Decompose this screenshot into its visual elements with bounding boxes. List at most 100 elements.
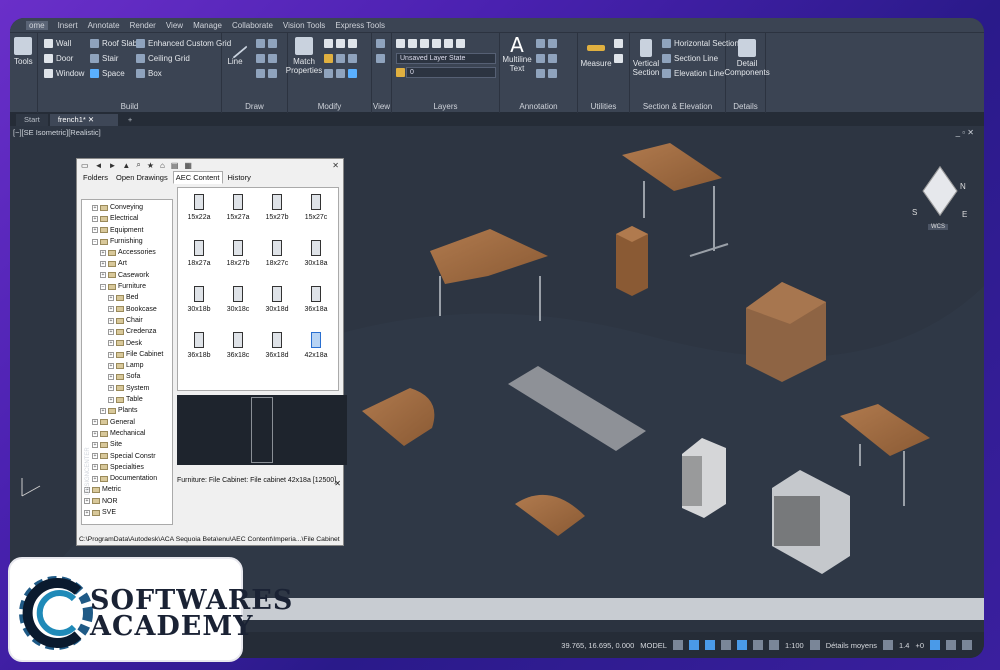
tree-node[interactable]: − Furnishing (82, 236, 172, 247)
collapse-icon[interactable]: − (100, 283, 106, 290)
menu-express-tools[interactable]: Express Tools (335, 21, 385, 30)
rect-button[interactable] (256, 54, 277, 63)
osnap-toggle-icon[interactable] (736, 640, 747, 650)
multiline-text-button[interactable]: A Multiline Text (502, 35, 532, 73)
ceiling-grid-button[interactable]: Ceiling Grid (136, 54, 190, 63)
customize-icon[interactable] (962, 640, 972, 650)
menu-manage[interactable]: Manage (193, 21, 222, 30)
tree-node[interactable]: + Electrical (82, 213, 172, 224)
expand-icon[interactable]: + (92, 441, 98, 448)
ortho-toggle-icon[interactable] (704, 640, 715, 650)
tree-node[interactable]: + Site (82, 439, 172, 450)
expand-icon[interactable]: + (92, 464, 98, 471)
model-space-toggle[interactable]: MODEL (640, 641, 667, 650)
window-button[interactable]: Window (44, 69, 84, 78)
coordinates-readout[interactable]: 39.765, 16.695, 0.000 (561, 641, 634, 650)
tree-node[interactable]: + Lamp (82, 360, 172, 371)
section-elevation-panel-title[interactable]: Section & Elevation (630, 102, 725, 111)
stair-button[interactable]: Stair (90, 54, 118, 63)
tab-aec-content[interactable]: AEC Content (172, 171, 223, 184)
utilities-panel-title[interactable]: Utilities (578, 102, 629, 111)
tree-node[interactable]: + Art (82, 258, 172, 269)
content-item[interactable]: 18x27c (258, 240, 296, 267)
layer-state-combo[interactable]: Unsaved Layer State (396, 53, 496, 64)
content-item[interactable]: 15x22a (180, 194, 218, 221)
tree-node[interactable]: + Plants (82, 405, 172, 416)
expand-icon[interactable]: + (84, 509, 90, 516)
utility-button-1[interactable] (614, 39, 623, 48)
expand-icon[interactable]: + (92, 430, 98, 437)
content-item[interactable]: 15x27c (297, 194, 335, 221)
content-item[interactable]: 18x27b (219, 240, 257, 267)
gear-icon[interactable] (809, 640, 820, 650)
tree-node[interactable]: + Credenza (82, 326, 172, 337)
expand-icon[interactable]: + (92, 419, 98, 426)
wcs-menu[interactable]: WCS (928, 224, 948, 230)
viewcube-box[interactable] (922, 166, 958, 216)
modify-panel-title[interactable]: Modify (288, 102, 371, 111)
build-panel-title[interactable]: Build (38, 102, 221, 111)
menu-collaborate[interactable]: Collaborate (232, 21, 273, 30)
content-item[interactable]: 15x27b (258, 194, 296, 221)
grid-toggle-icon[interactable] (672, 640, 683, 650)
expand-icon[interactable]: + (84, 498, 90, 505)
layers-panel-title[interactable]: Layers (392, 102, 499, 111)
detail-level-selector[interactable]: Détails moyens (826, 641, 877, 650)
menu-render[interactable]: Render (130, 21, 156, 30)
favorites-icon[interactable]: ★ (147, 161, 154, 170)
tools-button[interactable]: Tools (14, 37, 33, 66)
utility-button-2[interactable] (614, 54, 623, 63)
tab-folders[interactable]: Folders (80, 171, 111, 184)
content-item[interactable]: 42x18a (297, 332, 335, 359)
elevation-offset-value[interactable]: +0 (915, 641, 924, 650)
compass-s[interactable]: S (912, 208, 917, 217)
tree-node[interactable]: + Equipment (82, 225, 172, 236)
forward-icon[interactable]: ► (108, 161, 116, 170)
view-panel-title[interactable]: View (372, 102, 391, 111)
polar-toggle-icon[interactable] (720, 640, 731, 650)
door-button[interactable]: Door (44, 54, 73, 63)
content-item[interactable]: 36x18b (180, 332, 218, 359)
viewcube[interactable]: S N E WCS (910, 166, 970, 236)
content-item[interactable]: 30x18c (219, 286, 257, 313)
up-icon[interactable]: ▲ (122, 161, 130, 170)
menu-view[interactable]: View (166, 21, 183, 30)
box-button[interactable]: Box (136, 69, 162, 78)
compass-e[interactable]: E (962, 210, 967, 219)
line-button[interactable]: Line (222, 33, 248, 66)
scale-selector[interactable]: 1:100 (785, 641, 804, 650)
roof-slab-button[interactable]: Roof Slab (90, 39, 137, 48)
arc-button[interactable] (256, 39, 277, 48)
move-button[interactable] (324, 39, 357, 48)
tree-node[interactable]: + Desk (82, 338, 172, 349)
tree-node[interactable]: + File Cabinet (82, 349, 172, 360)
content-item[interactable]: 36x18a (297, 286, 335, 313)
annotation-panel-title[interactable]: Annotation (500, 102, 577, 111)
close-tab-icon[interactable]: ✕ (88, 115, 94, 124)
otrack-toggle-icon[interactable] (752, 640, 763, 650)
cut-plane-icon[interactable] (883, 640, 893, 650)
drawing-viewport[interactable]: [−][SE Isometric][Realistic] _ ▫ ✕ S N E… (10, 126, 984, 614)
details-panel-title[interactable]: Details (726, 102, 765, 111)
tree-node[interactable]: + SVE (82, 507, 172, 518)
expand-icon[interactable]: + (92, 215, 98, 222)
content-item[interactable]: 30x18a (297, 240, 335, 267)
new-tab-button[interactable]: + (120, 114, 140, 126)
stretch-button[interactable] (324, 69, 357, 78)
content-item[interactable]: 36x18c (219, 332, 257, 359)
expand-icon[interactable]: + (108, 362, 114, 369)
annotation-scale-icon[interactable] (768, 640, 779, 650)
expand-icon[interactable]: + (108, 317, 114, 324)
viewport-label[interactable]: [−][SE Isometric][Realistic] (13, 128, 101, 137)
section-line-button[interactable]: Section Line (662, 54, 718, 63)
tree-node[interactable]: + System (82, 383, 172, 394)
tree-node[interactable]: + Conveying (82, 202, 172, 213)
tab-start[interactable]: Start (16, 114, 48, 126)
tree-node[interactable]: + Documentation (82, 473, 172, 484)
tree-node[interactable]: + Casework (82, 270, 172, 281)
tree-node[interactable]: + Bookcase (82, 304, 172, 315)
expand-icon[interactable]: + (100, 261, 106, 268)
expand-icon[interactable]: + (92, 227, 98, 234)
tab-open-drawings[interactable]: Open Drawings (113, 171, 171, 184)
hardware-accel-icon[interactable] (946, 640, 956, 650)
